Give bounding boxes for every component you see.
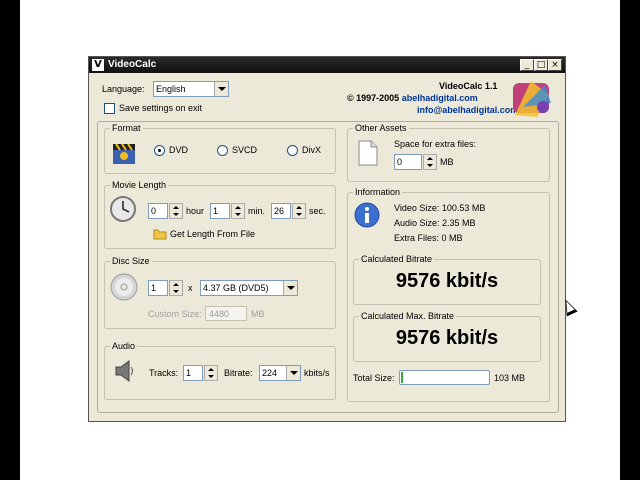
total-size-value: 103 MB bbox=[494, 373, 526, 383]
disc-size-group: Disc Size 1 x 4.37 GB (DVD5) Custom Size… bbox=[104, 256, 336, 329]
get-length-from-file-button[interactable]: Get Length From File bbox=[170, 229, 255, 240]
title-bar[interactable]: V VideoCalc _ □ × bbox=[89, 57, 565, 73]
bitrate-unit: kbits/s bbox=[304, 368, 330, 378]
document-icon bbox=[358, 140, 378, 166]
copyright-text: © 1997-2005 abelhadigital.com bbox=[347, 93, 478, 104]
minutes-spin-buttons[interactable] bbox=[231, 203, 245, 219]
language-value: English bbox=[156, 84, 186, 94]
disc-icon bbox=[110, 273, 138, 301]
total-size-progress-fill bbox=[401, 372, 403, 383]
tracks-field[interactable]: 1 bbox=[183, 365, 203, 381]
minutes-field[interactable]: 1 bbox=[210, 203, 230, 219]
disc-type-select[interactable]: 4.37 GB (DVD5) bbox=[200, 280, 298, 296]
calculated-max-bitrate-value: 9576 kbit/s bbox=[395, 327, 499, 349]
folder-icon[interactable] bbox=[153, 228, 167, 240]
minimize-button[interactable]: _ bbox=[520, 59, 534, 71]
custom-size-field[interactable]: 4480 bbox=[205, 306, 247, 321]
format-radio-dvd[interactable] bbox=[154, 145, 165, 156]
custom-size-label: Custom Size: bbox=[148, 309, 202, 319]
app-name: VideoCalc 1.1 bbox=[439, 81, 498, 91]
app-icon: V bbox=[92, 59, 104, 71]
main-panel: Format DVD SVCD DivX Movie Length 0 hour… bbox=[97, 121, 559, 413]
audio-title: Audio bbox=[110, 341, 138, 352]
video-size-text: Video Size: 100.53 MB bbox=[394, 203, 486, 213]
hours-stepper[interactable]: 0 bbox=[148, 203, 184, 219]
audio-size-text: Audio Size: 2.35 MB bbox=[394, 218, 476, 228]
format-radio-svcd[interactable] bbox=[217, 145, 228, 156]
hours-field[interactable]: 0 bbox=[148, 203, 168, 219]
right-black-band bbox=[620, 0, 640, 480]
tracks-spin-buttons[interactable] bbox=[204, 365, 218, 381]
disc-type-value: 4.37 GB (DVD5) bbox=[203, 283, 269, 293]
window-title: VideoCalc bbox=[108, 59, 157, 70]
format-title: Format bbox=[110, 123, 143, 134]
calculated-max-bitrate-title: Calculated Max. Bitrate bbox=[359, 311, 457, 322]
calculated-bitrate-value: 9576 kbit/s bbox=[395, 270, 499, 292]
clapperboard-icon bbox=[113, 143, 135, 164]
videocalc-window: V VideoCalc _ □ × Language: English Save… bbox=[88, 56, 566, 422]
logo-icon bbox=[513, 81, 551, 117]
extra-files-text: Extra Files: 0 MB bbox=[394, 233, 463, 243]
extra-space-unit: MB bbox=[440, 157, 454, 167]
minutes-stepper[interactable]: 1 bbox=[210, 203, 246, 219]
audio-group: Audio Tracks: 1 Bitrate: 224 kbits/s bbox=[104, 341, 336, 400]
website-link[interactable]: abelhadigital.com bbox=[402, 93, 478, 103]
chevron-down-icon[interactable] bbox=[283, 281, 297, 295]
space-extra-files-label: Space for extra files: bbox=[394, 139, 477, 149]
speaker-icon bbox=[115, 360, 133, 382]
info-icon bbox=[354, 202, 380, 228]
disc-size-title: Disc Size bbox=[110, 256, 152, 267]
close-button[interactable]: × bbox=[548, 59, 562, 71]
calculated-bitrate-title: Calculated Bitrate bbox=[359, 254, 435, 265]
sec-label: sec. bbox=[309, 206, 326, 216]
audio-bitrate-select[interactable]: 224 bbox=[259, 365, 301, 381]
calculated-max-bitrate-box: Calculated Max. Bitrate 9576 kbit/s bbox=[353, 311, 541, 362]
language-label: Language: bbox=[102, 84, 145, 94]
bitrate-label: Bitrate: bbox=[224, 368, 253, 378]
information-title: Information bbox=[353, 187, 403, 198]
information-group: Information Video Size: 100.53 MB Audio … bbox=[347, 187, 550, 402]
left-black-band bbox=[0, 0, 20, 480]
disc-count-stepper[interactable]: 1 bbox=[148, 280, 184, 296]
email-link[interactable]: info@abelhadigital.com bbox=[417, 105, 518, 116]
seconds-stepper[interactable]: 26 bbox=[271, 203, 307, 219]
calculated-bitrate-box: Calculated Bitrate 9576 kbit/s bbox=[353, 254, 541, 305]
total-size-label: Total Size: bbox=[353, 373, 395, 383]
tracks-stepper[interactable]: 1 bbox=[183, 365, 219, 381]
format-group: Format DVD SVCD DivX bbox=[104, 123, 336, 174]
clock-icon bbox=[110, 196, 136, 222]
copyright-years: © 1997-2005 bbox=[347, 93, 400, 103]
disc-count-field[interactable]: 1 bbox=[148, 280, 168, 296]
language-select[interactable]: English bbox=[153, 81, 229, 97]
save-settings-label: Save settings on exit bbox=[119, 103, 203, 113]
hours-spin-buttons[interactable] bbox=[169, 203, 183, 219]
other-assets-group: Other Assets Space for extra files: 0 MB bbox=[347, 123, 550, 182]
movie-length-group: Movie Length 0 hour 1 min. 26 sec. Get L… bbox=[104, 180, 336, 249]
disc-count-spin-buttons[interactable] bbox=[169, 280, 183, 296]
seconds-field[interactable]: 26 bbox=[271, 203, 291, 219]
tracks-label: Tracks: bbox=[149, 368, 179, 378]
format-label-divx: DivX bbox=[302, 145, 322, 155]
movie-length-title: Movie Length bbox=[110, 180, 169, 191]
extra-space-field[interactable]: 0 bbox=[394, 154, 422, 170]
format-label-dvd: DVD bbox=[169, 145, 189, 155]
save-settings-checkbox[interactable] bbox=[104, 103, 115, 114]
format-label-svcd: SVCD bbox=[232, 145, 258, 155]
other-assets-title: Other Assets bbox=[353, 123, 409, 134]
hour-label: hour bbox=[186, 206, 205, 216]
chevron-down-icon[interactable] bbox=[214, 82, 228, 96]
audio-bitrate-value: 224 bbox=[262, 368, 278, 378]
total-size-progress bbox=[399, 370, 490, 385]
times-label: x bbox=[188, 283, 193, 293]
extra-space-spin-buttons[interactable] bbox=[423, 154, 437, 170]
extra-space-stepper[interactable]: 0 bbox=[394, 154, 438, 170]
min-label: min. bbox=[248, 206, 266, 216]
seconds-spin-buttons[interactable] bbox=[292, 203, 306, 219]
chevron-down-icon[interactable] bbox=[286, 366, 300, 380]
maximize-button[interactable]: □ bbox=[534, 59, 548, 71]
format-radio-divx[interactable] bbox=[287, 145, 298, 156]
custom-size-unit: MB bbox=[251, 309, 265, 319]
